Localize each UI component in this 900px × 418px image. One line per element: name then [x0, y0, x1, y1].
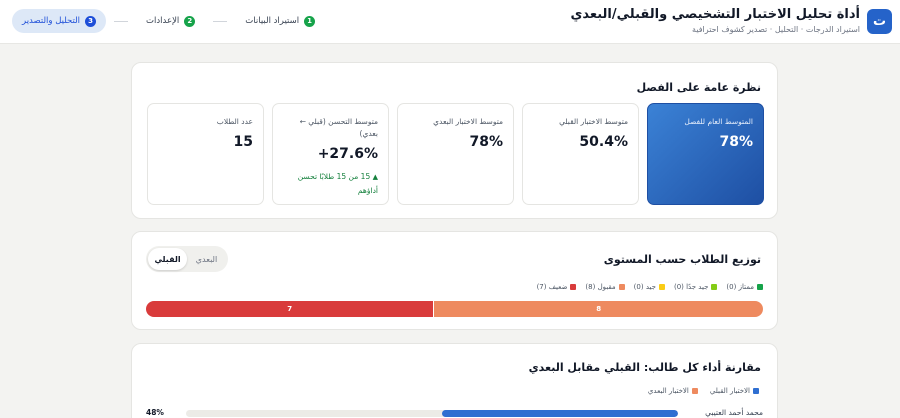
- step-label: التحليل والتصدير: [22, 16, 81, 26]
- legend-item: ضعيف (7): [537, 283, 577, 291]
- distribution-segment[interactable]: 7: [146, 301, 434, 317]
- legend-item: الاختبار البعدي: [648, 387, 698, 395]
- step-number-badge: 3: [85, 15, 97, 27]
- legend-swatch: [753, 388, 759, 394]
- legend-item: جيد (0): [634, 283, 665, 291]
- legend-label: الاختبار القبلي: [709, 387, 750, 395]
- step-label: الإعدادات: [146, 16, 180, 26]
- step-settings[interactable]: 2 الإعدادات: [136, 9, 205, 33]
- legend-item: مقبول (8): [585, 283, 625, 291]
- legend-label: ممتاز (0): [726, 283, 754, 291]
- card-title: توزيع الطلاب حسب المستوى: [603, 253, 761, 266]
- kpi-label: عدد الطلاب: [216, 117, 253, 126]
- kpi-label: متوسط الاختبار القبلي: [559, 117, 628, 126]
- card-title: نظرة عامة على الفصل: [636, 81, 761, 94]
- wizard-steps: 1 استيراد البيانات 2 الإعدادات 3 التحليل…: [12, 9, 325, 33]
- legend-label: ضعيف (7): [536, 283, 568, 291]
- kpi-class-average: المتوسط العام للفصل 78%: [647, 103, 764, 205]
- step-separator: [114, 20, 129, 22]
- legend-label: مقبول (8): [585, 283, 616, 291]
- legend-swatch: [691, 388, 698, 394]
- toggle-post[interactable]: البعدي: [187, 248, 226, 270]
- kpi-student-count: عدد الطلاب 15: [147, 103, 264, 205]
- comparison-legend: الاختبار القبلي الاختبار البعدي: [648, 387, 759, 395]
- kpi-value: 50.4%: [579, 134, 628, 150]
- legend-label: جيد (0): [633, 283, 656, 291]
- kpi-label: متوسط الاختبار البعدي: [433, 117, 503, 126]
- student-score-track: [186, 410, 678, 417]
- kpi-value: 78%: [469, 134, 503, 150]
- kpi-value: 15: [233, 134, 253, 150]
- card-title: مقارنة أداء كل طالب: القبلي مقابل البعدي: [528, 361, 761, 374]
- pre-score-bar: [441, 410, 678, 417]
- legend-item: الاختبار القبلي: [710, 387, 759, 395]
- step-separator: [213, 20, 228, 22]
- student-row: محمد أحمد العتيبي 48%: [146, 408, 763, 418]
- distribution-stacked-bar: 87: [146, 301, 763, 317]
- legend-item: جيد جدًا (0): [673, 283, 718, 291]
- distribution-legend: ممتاز (0) جيد جدًا (0) جيد (0) مقبول (8) ضعي…: [537, 283, 763, 291]
- class-overview-card: نظرة عامة على الفصل المتوسط العام للفصل …: [131, 62, 778, 219]
- kpi-label: المتوسط العام للفصل: [684, 117, 753, 126]
- step-analysis-export[interactable]: 3 التحليل والتصدير: [12, 9, 107, 33]
- student-name: محمد أحمد العتيبي: [705, 408, 763, 417]
- up-arrow-icon: ▲: [372, 173, 378, 181]
- distribution-segment[interactable]: 8: [434, 301, 763, 317]
- app-logo-icon: ت: [867, 9, 892, 34]
- legend-label: الاختبار البعدي: [647, 387, 689, 395]
- legend-swatch: [711, 284, 718, 290]
- kpi-improvement: متوسط التحسن (قبلي ← بعدي) +27.6% ▲ 15 م…: [272, 103, 389, 205]
- legend-swatch: [570, 284, 577, 290]
- app-subtitle: استيراد الدرجات · التحليل · تصدير كشوف ا…: [692, 25, 860, 34]
- step-number-badge: 2: [184, 15, 196, 27]
- app-header: ت أداة تحليل الاختبار التشخيصي والقبلي/ا…: [0, 0, 900, 44]
- legend-label: جيد جدًا (0): [673, 283, 709, 291]
- kpi-value: 78%: [719, 134, 753, 150]
- step-label: استيراد البيانات: [245, 16, 300, 26]
- step-import[interactable]: 1 استيراد البيانات: [235, 9, 325, 33]
- toggle-pre[interactable]: القبلي: [148, 248, 187, 270]
- kpi-value: +27.6%: [317, 146, 378, 162]
- kpi-pre-average: متوسط الاختبار القبلي 50.4%: [522, 103, 639, 205]
- student-comparison-card: مقارنة أداء كل طالب: القبلي مقابل البعدي…: [131, 343, 778, 418]
- kpi-post-average: متوسط الاختبار البعدي 78%: [397, 103, 514, 205]
- step-number-badge: 1: [304, 15, 316, 27]
- legend-swatch: [618, 284, 625, 290]
- kpi-row: المتوسط العام للفصل 78% متوسط الاختبار ا…: [147, 103, 764, 205]
- legend-swatch: [658, 284, 665, 290]
- kpi-label: متوسط التحسن (قبلي ← بعدي): [299, 117, 378, 138]
- improvement-note: ▲ 15 من 15 طلابًا تحسن أداؤهم: [283, 170, 378, 198]
- level-distribution-card: توزيع الطلاب حسب المستوى البعدي القبلي م…: [131, 231, 778, 330]
- pre-post-toggle: البعدي القبلي: [146, 246, 228, 272]
- improvement-note-text: 15 من 15 طلابًا تحسن أداؤهم: [297, 172, 378, 195]
- legend-swatch: [757, 284, 763, 290]
- student-score-value: 48%: [146, 408, 164, 417]
- app-title: أداة تحليل الاختبار التشخيصي والقبلي/الب…: [570, 7, 860, 22]
- legend-item: ممتاز (0): [726, 283, 763, 291]
